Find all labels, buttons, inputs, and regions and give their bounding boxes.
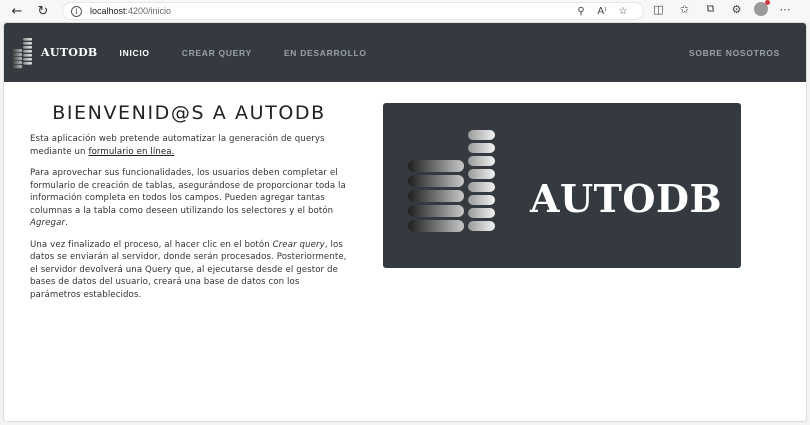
brand-name: AUTODB [41, 46, 98, 59]
url-text[interactable]: localhost:4200/inicio [90, 6, 171, 16]
favorites-icon[interactable]: ✩ [676, 3, 693, 16]
favorite-star-icon[interactable]: ☆ [617, 6, 629, 17]
page-title: BIENVENID@S A AUTODB [52, 102, 326, 124]
nav-link-crear-query[interactable]: CREAR QUERY [182, 48, 252, 58]
main-content: BIENVENID@S A AUTODB Esta aplicación web… [4, 82, 806, 421]
read-aloud-icon[interactable]: A⁾ [596, 6, 608, 17]
reload-icon[interactable]: ↻ [34, 2, 52, 20]
agregar-emphasis: Agregar [30, 218, 66, 228]
profile-avatar[interactable] [754, 0, 770, 16]
usage-paragraph: Para aprovechar sus funcionalidades, los… [30, 167, 348, 230]
database-logo-icon [11, 37, 32, 68]
address-bar[interactable]: i localhost:4200/inicio ⚲ A⁾ ☆ [62, 2, 644, 20]
intro-text: Esta aplicación web pretende automatizar… [30, 134, 325, 157]
back-arrow-icon[interactable]: ← [8, 2, 26, 20]
hero-banner: AUTODB [383, 103, 741, 268]
intro-section: BIENVENID@S A AUTODB Esta aplicación web… [30, 102, 348, 301]
info-icon[interactable]: i [71, 5, 82, 17]
brand[interactable]: AUTODB [10, 37, 98, 69]
crear-query-emphasis: Crear query [272, 239, 325, 250]
collections-icon[interactable]: ⧉ [702, 2, 719, 16]
app-navbar: AUTODB INICIO CREAR QUERY EN DESARROLLO … [4, 23, 806, 82]
nav-link-sobre-nosotros[interactable]: SOBRE NOSOTROS [689, 48, 780, 58]
process-text: Una vez finalizado el proceso, al hacer … [30, 239, 273, 250]
split-screen-icon[interactable]: ◫ [650, 3, 667, 16]
database-logo-icon [408, 130, 495, 232]
nav-link-en-desarrollo[interactable]: EN DESARROLLO [284, 48, 367, 58]
hero-brand-text: AUTODB [530, 176, 723, 221]
usage-text-end: . [65, 218, 68, 228]
nav-link-inicio[interactable]: INICIO [120, 48, 150, 58]
nav-links: INICIO CREAR QUERY EN DESARROLLO [120, 48, 399, 58]
form-link[interactable]: formulario en línea. [88, 147, 174, 157]
url-host: localhost [90, 6, 126, 16]
intro-paragraph: Esta aplicación web pretende automatizar… [30, 133, 348, 158]
url-path: :4200/inicio [125, 6, 172, 16]
usage-text: Para aprovechar sus funcionalidades, los… [30, 168, 346, 216]
zoom-icon[interactable]: ⚲ [575, 6, 587, 17]
more-menu-icon[interactable]: ⋯ [777, 3, 794, 16]
extension-icon[interactable]: ⚙ [728, 3, 745, 16]
browser-toolbar: ← ↻ i localhost:4200/inicio ⚲ A⁾ ☆ ◫ ✩ ⧉… [0, 0, 810, 22]
process-paragraph: Una vez finalizado el proceso, al hacer … [30, 239, 348, 302]
page-viewport: AUTODB INICIO CREAR QUERY EN DESARROLLO … [3, 22, 807, 422]
